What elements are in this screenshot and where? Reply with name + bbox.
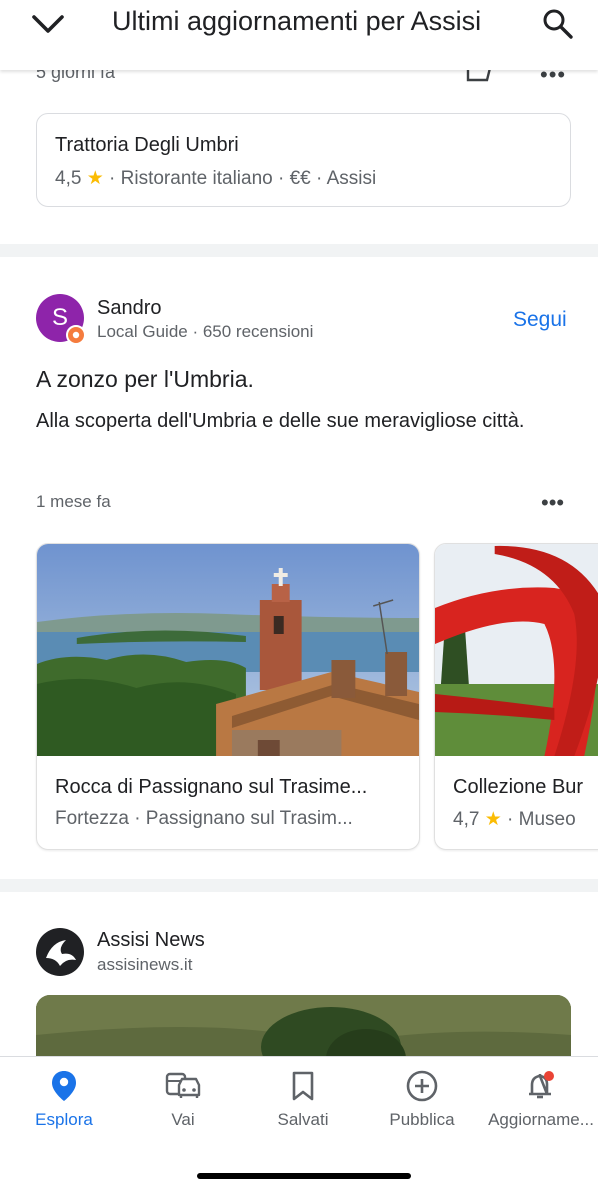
chevron-down-icon[interactable] [28, 8, 68, 38]
local-guide-badge-icon [66, 325, 86, 345]
nav-contribute[interactable]: Pubblica [367, 1069, 477, 1130]
author-meta: Local Guide · 650 recensioni [97, 322, 314, 341]
feed[interactable]: 5 giorni fa ••• Trattoria Degli Umbri 4,… [0, 0, 598, 1056]
news-photo[interactable] [36, 995, 571, 1056]
avatar-letter: S [51, 304, 68, 331]
nav-label: Pubblica [389, 1110, 455, 1129]
add-circle-icon [406, 1070, 438, 1102]
bottom-navigation: Esplora Vai Salvati Pubblica Aggiorname.… [0, 1056, 598, 1182]
notification-badge [544, 1071, 554, 1081]
nav-label: Aggiorname... [488, 1110, 594, 1129]
place-details: · Ristorante italiano · €€ · Assisi [109, 168, 377, 189]
place-name: Collezione Bur [453, 776, 584, 798]
nav-label: Salvati [277, 1110, 329, 1129]
more-options-icon[interactable]: ••• [541, 490, 564, 516]
star-icon: ★ [86, 168, 104, 189]
post-title: A zonzo per l'Umbria. [36, 366, 254, 392]
news-source-name[interactable]: Assisi News [97, 929, 205, 952]
place-card[interactable]: Trattoria Degli Umbri 4,5 ★ · Ristorante… [36, 113, 571, 207]
post-time: 1 mese fa [36, 492, 111, 511]
nav-updates[interactable]: Aggiorname... [486, 1069, 596, 1130]
commute-icon [165, 1072, 201, 1098]
place-photo [37, 544, 419, 756]
page-title: Ultimi aggiornamenti per Assisi [112, 6, 482, 36]
place-name: Trattoria Degli Umbri [55, 134, 239, 156]
section-divider [0, 879, 598, 892]
place-rating: 4,7 [453, 809, 480, 830]
place-photo [435, 544, 598, 756]
location-pin-icon [52, 1071, 76, 1101]
place-meta: Fortezza · Passignano sul Trasim... [55, 808, 353, 829]
place-meta: 4,5 ★ · Ristorante italiano · €€ · Assis… [55, 167, 376, 190]
nav-saved[interactable]: Salvati [248, 1069, 358, 1130]
follow-button[interactable]: Segui [513, 308, 567, 332]
home-indicator[interactable] [197, 1173, 411, 1179]
place-rating: 4,5 [55, 168, 82, 189]
place-details: · Museo [507, 809, 576, 830]
place-name: Rocca di Passignano sul Trasime... [55, 776, 368, 798]
news-source-logo-icon[interactable] [36, 928, 84, 976]
search-icon[interactable] [540, 6, 576, 40]
section-divider [0, 244, 598, 257]
nav-label: Vai [171, 1110, 195, 1129]
notifications-icon [529, 1071, 554, 1099]
place-photo-card[interactable]: Collezione Bur 4,7 ★ · Museo [434, 543, 598, 850]
place-meta: 4,7 ★ · Museo [453, 808, 576, 831]
news-source-url: assisinews.it [97, 955, 193, 974]
top-app-bar: Ultimi aggiornamenti per Assisi [0, 0, 598, 70]
place-photo-card[interactable]: Rocca di Passignano sul Trasime... Forte… [36, 543, 420, 850]
nav-explore[interactable]: Esplora [9, 1069, 119, 1130]
bookmark-icon [292, 1071, 314, 1101]
nav-go[interactable]: Vai [128, 1069, 238, 1130]
nav-label: Esplora [35, 1110, 93, 1129]
post-body: Alla scoperta dell'Umbria e delle sue me… [36, 410, 525, 432]
star-icon: ★ [484, 809, 502, 830]
author-name[interactable]: Sandro [97, 297, 162, 320]
